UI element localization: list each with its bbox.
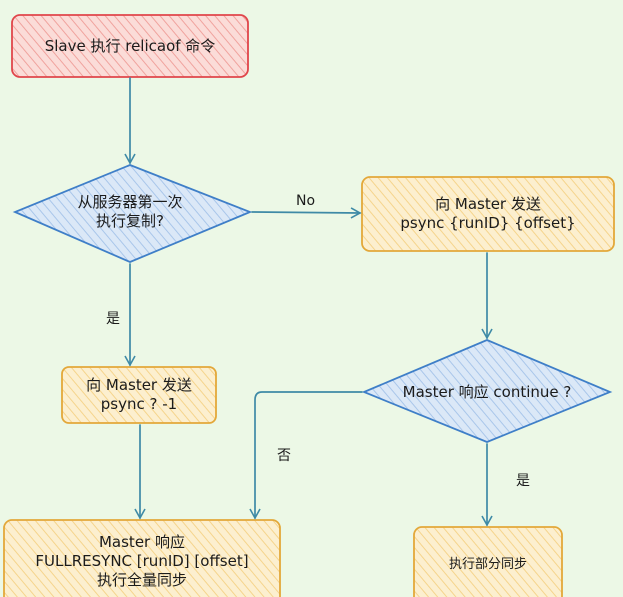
continue-check-label: Master 响应 continue ?: [402, 382, 572, 401]
edge-check-to-partial-request: [251, 207, 362, 219]
edge-label-yes-continue: 是: [516, 473, 530, 489]
edge-label-no-continue: 否: [277, 448, 291, 464]
edge-label-yes-first: 是: [106, 311, 120, 327]
first-check-label: 从服务器第一次 执行复制?: [77, 193, 183, 230]
edge-continue-no-to-fullresync: [249, 391, 363, 520]
start-node-label: Slave 执行 relicaof 命令: [44, 36, 216, 55]
partial-sync-label: 执行部分同步: [448, 556, 527, 572]
flowchart: Slave 执行 relicaof 命令 从服务器第一次 执行复制? 向 Mas…: [0, 0, 623, 597]
fullresync-label: Master 响应 FULLRESYNC [runID] [offset] 执行…: [35, 532, 249, 589]
psync-full-label: 向 Master 发送 psync ? -1: [86, 376, 192, 413]
edge-label-no: No: [296, 193, 316, 209]
flowchart-graphics: [3, 14, 615, 597]
psync-partial-label: 向 Master 发送 psync {runID} {offset}: [400, 195, 576, 232]
